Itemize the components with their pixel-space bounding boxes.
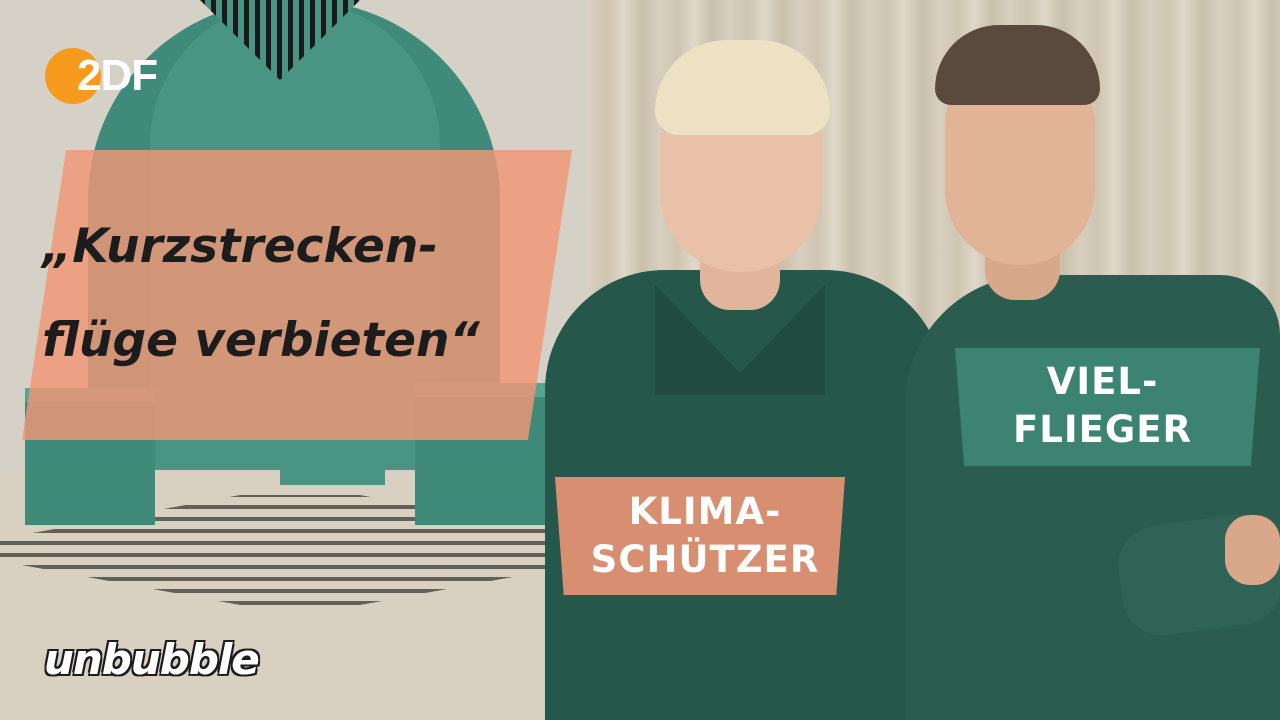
right-person-hand <box>1225 515 1280 585</box>
label-klimaschuetzer: KLIMA- SCHÜTZER <box>590 490 820 581</box>
thumbnail-scene: 2DF „Kurzstrecken- flüge verbieten“ KLIM… <box>0 0 1280 720</box>
label-vielflieger: VIEL- FLIEGER <box>1012 360 1193 451</box>
logo-text: 2DF <box>77 51 158 100</box>
headline-quote: „Kurzstrecken- flüge verbieten“ <box>42 219 480 368</box>
zdf-logo-icon: 2DF <box>45 48 195 104</box>
unbubble-brand-logo: unbubble <box>44 635 260 684</box>
right-person-overall <box>905 275 1280 720</box>
